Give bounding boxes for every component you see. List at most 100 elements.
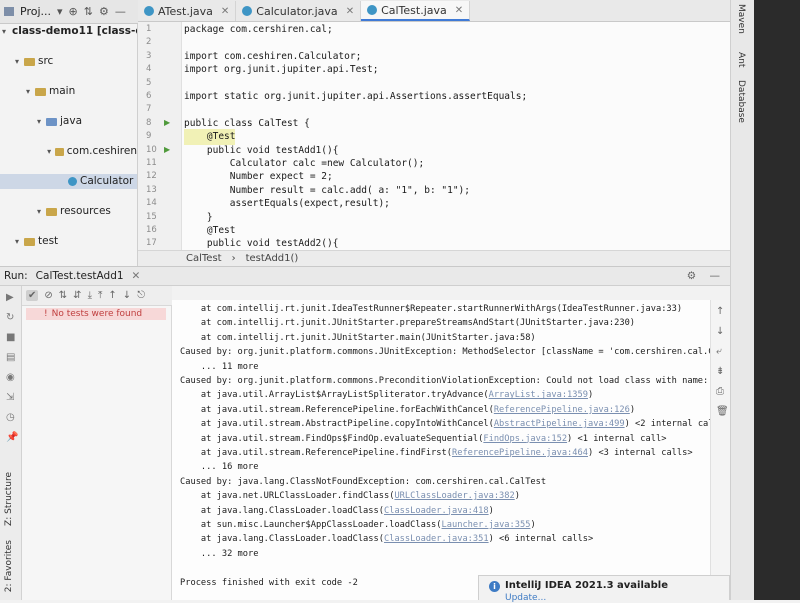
tree-item[interactable]: Calculator	[0, 174, 137, 189]
console-line: at java.lang.ClassLoader.loadClass(Class…	[180, 504, 494, 518]
camera-icon[interactable]: ◉	[6, 372, 15, 383]
pin-icon[interactable]: 📌	[6, 432, 18, 443]
run-gutter-icon[interactable]: ▶	[164, 118, 170, 127]
tree-item[interactable]: ▾ com.ceshiren	[0, 144, 137, 159]
down-arrow-icon[interactable]: ↓	[716, 326, 724, 337]
source-link[interactable]: ReferencePipeline.java:126	[494, 405, 630, 415]
favorites-tool-tab[interactable]: 2: Favorites	[4, 540, 14, 592]
console-line: at java.util.stream.AbstractPipeline.cop…	[180, 417, 710, 431]
trash-icon[interactable]: 🗑	[716, 406, 729, 417]
minimize-icon[interactable]: —	[115, 5, 126, 18]
export-icon[interactable]: ⇲	[6, 392, 14, 403]
console-text: ) <1 internal call>	[567, 433, 667, 444]
console-text: )	[514, 491, 520, 502]
chevron-down-icon[interactable]: ▾	[57, 5, 63, 18]
source-link[interactable]: ClassLoader.java:418	[384, 506, 489, 516]
project-toolbar: Proj... ▾ ⊕ ⇅ ⚙ —	[0, 0, 138, 24]
breadcrumb-class[interactable]: CalTest	[186, 253, 222, 264]
tree-item[interactable]: ▾ src	[0, 54, 137, 69]
rerun-failed-icon[interactable]: ↻	[6, 312, 14, 323]
run-gutter-icon[interactable]: ▶	[164, 145, 170, 154]
layout-icon[interactable]: ▤	[6, 352, 15, 363]
tree-item[interactable]: ▾ test	[0, 234, 137, 249]
gear-icon[interactable]: ⚙	[687, 270, 696, 282]
wrap-icon[interactable]: ⤶	[716, 346, 722, 357]
ant-tool-tab[interactable]: Ant	[736, 52, 746, 67]
next-fail-icon[interactable]: ↓	[123, 290, 131, 301]
project-view-selector[interactable]: Proj...	[20, 5, 51, 18]
up-arrow-icon[interactable]: ↑	[716, 306, 724, 317]
tree-item-label: test	[38, 235, 59, 247]
history-icon[interactable]: ◷	[6, 412, 15, 423]
code-line: import static org.junit.jupiter.api.Asse…	[184, 91, 528, 102]
console-text: at java.util.stream.ReferencePipeline.fi…	[180, 448, 452, 458]
line-number: 8	[146, 117, 152, 128]
play-icon[interactable]: ▶	[6, 292, 14, 303]
tree-item[interactable]: ▾ resources	[0, 204, 137, 219]
chevron-icon[interactable]: ▾	[2, 24, 6, 39]
close-icon[interactable]: ✕	[455, 5, 463, 16]
stop-icon[interactable]: ⊘	[44, 290, 52, 301]
java-class-icon	[242, 6, 253, 16]
sort-icon[interactable]: ⇅	[59, 290, 67, 301]
gear-icon[interactable]: ⚙	[99, 5, 109, 18]
tab-caltest[interactable]: CalTest.java ✕	[361, 1, 471, 21]
structure-tool-tab[interactable]: Z: Structure	[4, 472, 14, 526]
line-number: 3	[146, 50, 152, 61]
chevron-icon[interactable]: ▾	[35, 114, 43, 129]
console-text: at java.util.ArrayList$ArrayListSplitera…	[180, 390, 489, 401]
console-line: Process finished with exit code -2	[180, 577, 358, 588]
chevron-icon[interactable]: ▾	[35, 204, 43, 219]
collapse-all-icon[interactable]: ⤒	[98, 290, 102, 301]
source-link[interactable]: Launcher.java:355	[442, 520, 531, 530]
tree-item-label: Calculator	[80, 175, 134, 187]
update-title: IntelliJ IDEA 2021.3 available	[505, 580, 669, 591]
sort-duration-icon[interactable]: ⇵	[73, 290, 81, 301]
console-text: )	[488, 505, 494, 516]
locate-icon[interactable]: ⊕	[69, 5, 78, 18]
line-number: 2	[146, 37, 152, 48]
chevron-icon[interactable]: ▾	[24, 84, 32, 99]
source-link[interactable]: URLClassLoader.java:382	[394, 491, 514, 501]
prev-fail-icon[interactable]: ↑	[108, 290, 116, 301]
console-output[interactable]: at com.intellij.rt.junit.IdeaTestRunner$…	[172, 300, 710, 600]
run-panel-header: Run: CalTest.testAdd1 ✕ ⚙ —	[0, 266, 730, 286]
stop-icon[interactable]: ■	[6, 332, 15, 343]
code-area[interactable]: package com.cershiren.cal; import com.ces…	[184, 22, 730, 250]
tree-item[interactable]: ▾ class-demo11 [class-demo1]	[0, 24, 137, 39]
source-link[interactable]: ReferencePipeline.java:464	[452, 448, 588, 458]
collapse-icon[interactable]: ⇅	[84, 5, 93, 18]
code-editor[interactable]: 1 2 3 4 5 6 7 8 ▶ 9 10 ▶ 11 12 13 14 15 16 17 package com.…	[138, 22, 730, 250]
update-link[interactable]: Update...	[505, 593, 546, 603]
no-tests-status-row[interactable]: ! No tests were found	[26, 308, 166, 320]
expand-icon[interactable]: ⤓	[88, 290, 92, 301]
export-icon[interactable]: ⎋	[137, 290, 145, 301]
chevron-icon[interactable]: ▾	[13, 54, 21, 69]
console-line: ... 32 more	[180, 548, 259, 559]
source-link[interactable]: ArrayList.java:1359	[489, 390, 588, 400]
maven-tool-tab[interactable]: Maven	[736, 4, 746, 34]
close-icon[interactable]: ✕	[346, 6, 354, 17]
minimize-icon[interactable]: —	[710, 270, 721, 282]
breadcrumb-method[interactable]: testAdd1()	[246, 253, 299, 264]
print-icon[interactable]: ⎙	[716, 386, 724, 397]
tab-calculator[interactable]: Calculator.java ✕	[236, 1, 362, 21]
close-icon[interactable]: ✕	[221, 6, 229, 17]
database-tool-tab[interactable]: Database	[736, 80, 746, 123]
source-link[interactable]: AbstractPipeline.java:499	[494, 419, 625, 429]
breadcrumb-separator: ›	[231, 253, 236, 264]
chevron-icon[interactable]: ▾	[46, 144, 52, 159]
console-line: at com.intellij.rt.junit.JUnitStarter.pr…	[180, 318, 636, 329]
check-icon[interactable]: ✔	[26, 290, 39, 301]
line-number: 1	[146, 24, 152, 34]
ide-window: Proj... ▾ ⊕ ⇅ ⚙ — ATest.java ✕ Calculato…	[0, 0, 800, 603]
run-config-tab[interactable]: CalTest.testAdd1	[36, 270, 124, 282]
source-link[interactable]: ClassLoader.java:351	[384, 534, 489, 544]
tree-item[interactable]: ▾ main	[0, 84, 137, 99]
tree-item[interactable]: ▾ java	[0, 114, 137, 129]
source-link[interactable]: FindOps.java:152	[483, 434, 567, 444]
scroll-end-icon[interactable]: ⇟	[716, 366, 724, 377]
close-icon[interactable]: ✕	[132, 270, 141, 282]
chevron-icon[interactable]: ▾	[13, 234, 21, 249]
tab-atest[interactable]: ATest.java ✕	[138, 1, 237, 21]
